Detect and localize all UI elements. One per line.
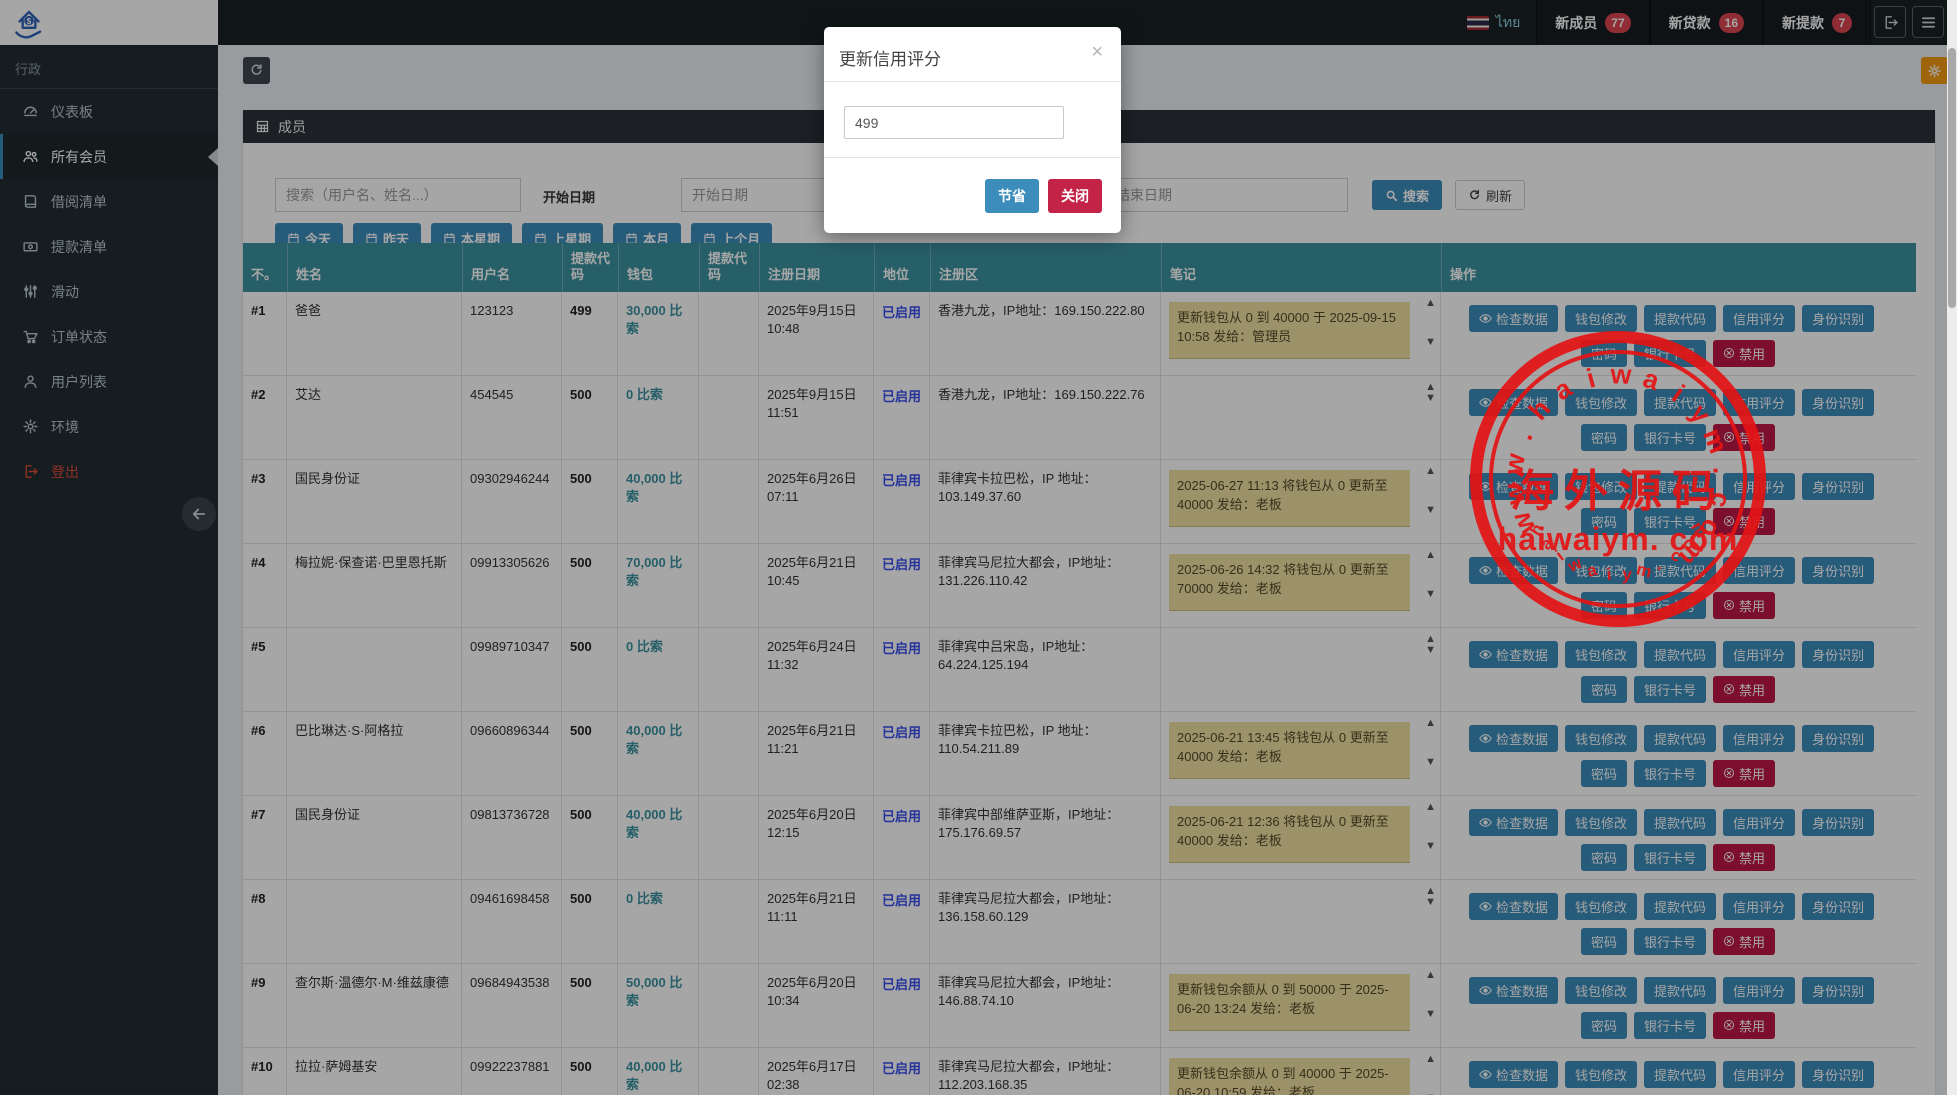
scrollbar-thumb[interactable] xyxy=(1948,48,1956,308)
modal-footer: 节省 关闭 xyxy=(824,157,1121,213)
modal-header: 更新信用评分 × xyxy=(824,27,1121,82)
close-icon[interactable]: × xyxy=(1085,41,1109,63)
close-button[interactable]: 关闭 xyxy=(1048,179,1102,213)
page: $ ไทย 新成员77新贷款16新提款7 行政 仪表板所有会员借阅清单提款清单滑… xyxy=(0,0,1957,1095)
modal-update-credit-score: 更新信用评分 × 节省 关闭 xyxy=(824,27,1121,233)
credit-score-input[interactable] xyxy=(844,106,1064,139)
save-button[interactable]: 节省 xyxy=(985,179,1039,213)
modal-body xyxy=(824,82,1121,157)
modal-title: 更新信用评分 xyxy=(839,50,941,69)
scrollbar xyxy=(1947,0,1957,1095)
